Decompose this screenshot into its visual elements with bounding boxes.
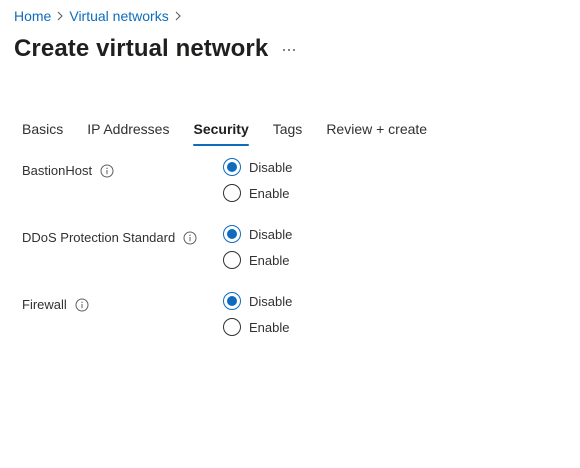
breadcrumb-home[interactable]: Home <box>14 8 51 24</box>
radio-unchecked-icon[interactable] <box>223 184 241 202</box>
bastionhost-label: BastionHost <box>22 163 114 178</box>
more-options-button[interactable] <box>279 40 299 60</box>
chevron-right-icon <box>169 8 187 24</box>
radio-checked-icon[interactable] <box>223 158 241 176</box>
tab-security[interactable]: Security <box>185 115 256 147</box>
radio-unchecked-icon[interactable] <box>223 251 241 269</box>
breadcrumb: Home Virtual networks <box>14 8 187 24</box>
radio-checked-icon[interactable] <box>223 225 241 243</box>
radio-checked-icon[interactable] <box>223 292 241 310</box>
ddos-protection-label: DDoS Protection Standard <box>22 230 197 245</box>
ellipsis-icon <box>292 49 295 51</box>
firewall-label: Firewall <box>22 297 89 312</box>
radio-unchecked-icon[interactable] <box>223 318 241 336</box>
ddos-disable-label: Disable <box>249 226 293 242</box>
bastionhost-disable-radio[interactable]: Disable <box>223 158 292 176</box>
tab-tags[interactable]: Tags <box>265 115 311 147</box>
info-icon[interactable] <box>75 298 89 312</box>
bastionhost-disable-label: Disable <box>249 159 293 175</box>
ddos-enable-radio[interactable]: Enable <box>223 251 289 269</box>
page-title: Create virtual network <box>14 35 269 62</box>
ellipsis-icon <box>288 49 290 51</box>
ddos-disable-radio[interactable]: Disable <box>223 225 292 243</box>
info-icon[interactable] <box>100 164 114 178</box>
ddos-enable-label: Enable <box>249 252 290 268</box>
bastionhost-label-text: BastionHost <box>22 163 93 178</box>
firewall-enable-radio[interactable]: Enable <box>223 318 289 336</box>
ellipsis-icon <box>283 49 286 51</box>
firewall-enable-label: Enable <box>249 319 290 335</box>
breadcrumb-virtual-networks[interactable]: Virtual networks <box>69 8 168 24</box>
chevron-right-icon <box>51 8 69 24</box>
tab-ip-addresses[interactable]: IP Addresses <box>79 115 177 147</box>
bastionhost-enable-radio[interactable]: Enable <box>223 184 289 202</box>
firewall-disable-radio[interactable]: Disable <box>223 292 292 310</box>
firewall-disable-label: Disable <box>249 293 293 309</box>
tab-review-create[interactable]: Review + create <box>318 115 435 147</box>
tab-list: Basics IP Addresses Security Tags Review… <box>14 115 443 147</box>
tab-basics[interactable]: Basics <box>14 115 71 147</box>
firewall-label-text: Firewall <box>22 297 67 312</box>
info-icon[interactable] <box>183 231 197 245</box>
ddos-protection-label-text: DDoS Protection Standard <box>22 230 176 245</box>
bastionhost-enable-label: Enable <box>249 185 290 201</box>
